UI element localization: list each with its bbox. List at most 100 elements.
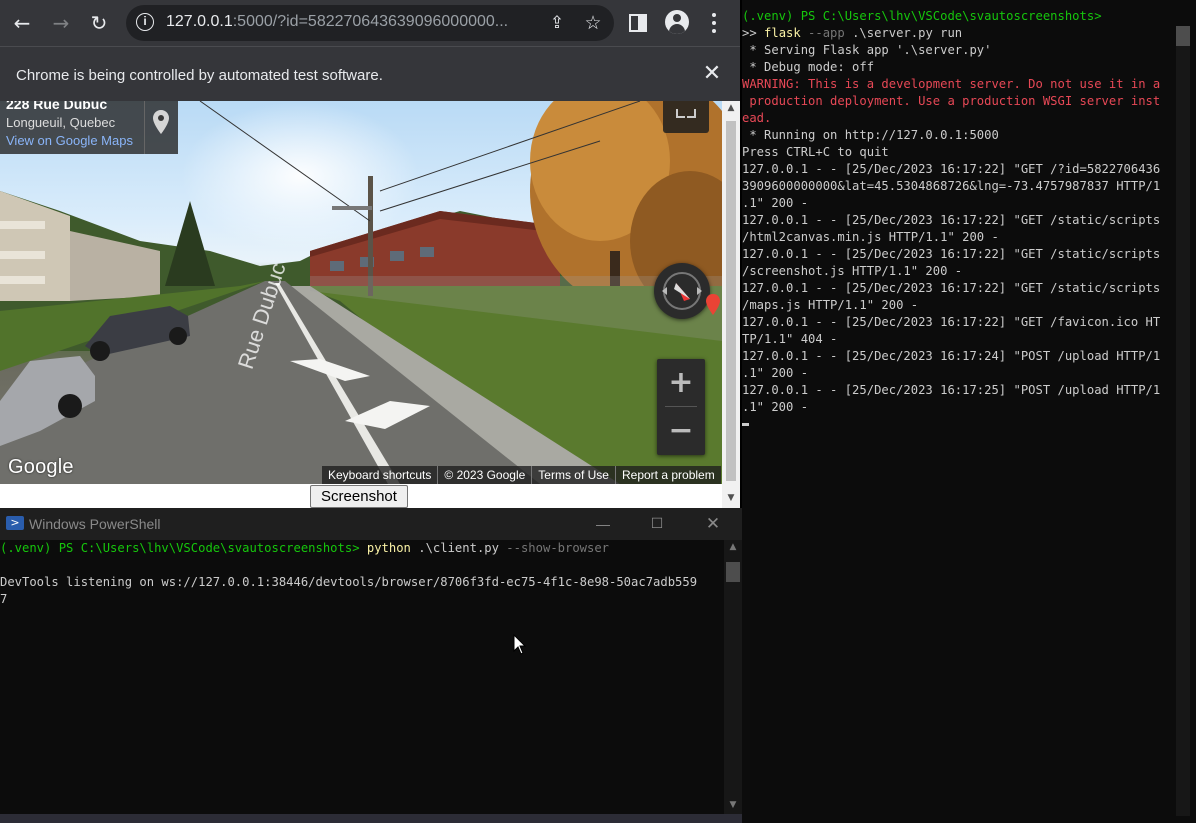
side-panel-icon[interactable] (629, 14, 647, 32)
address-bar[interactable]: i 127.0.0.1:5000/?id=5822706436390960000… (126, 5, 614, 41)
street-scene: Rue Dubuc (0, 101, 722, 484)
share-icon[interactable]: ⇪ (542, 8, 572, 38)
terminal-text: 127.0.0.1 - - [25/Dec/2023 16:17:22] "GE… (742, 213, 1161, 227)
close-icon[interactable]: ✕ (700, 62, 724, 86)
profile-avatar-icon[interactable] (665, 10, 689, 34)
scrollbar-thumb[interactable] (726, 562, 740, 582)
zoom-control: + − (657, 359, 705, 455)
kebab-menu-icon[interactable] (712, 13, 716, 33)
terminal-cursor-line (742, 416, 1178, 433)
terminal-text: --show-browser (506, 541, 610, 555)
terminal-line: ead. (742, 110, 1178, 127)
terminal-text: TP/1.1" 404 - (742, 332, 838, 346)
site-info-icon[interactable]: i (136, 13, 154, 31)
terminal-text: 3909600000000&lat=45.5304868726&lng=-73.… (742, 179, 1161, 193)
terminal-line: /html2canvas.min.js HTTP/1.1" 200 - (742, 229, 1178, 246)
powershell-icon: > (6, 516, 24, 530)
scroll-up-arrow-icon[interactable]: ▲ (722, 101, 740, 115)
automation-infobar: Chrome is being controlled by automated … (0, 46, 740, 101)
terminal-text: DevTools listening on ws://127.0.0.1:384… (0, 575, 698, 589)
terminal-text: .1" 200 - (742, 400, 809, 414)
taskbar-edge (0, 814, 742, 823)
forward-arrow-icon[interactable]: → (45, 7, 77, 39)
terminal-line: 127.0.0.1 - - [25/Dec/2023 16:17:22] "GE… (742, 314, 1178, 331)
compass-icon (662, 272, 702, 310)
location-marker-icon (706, 294, 720, 315)
terminal-line: * Running on http://127.0.0.1:5000 (742, 127, 1178, 144)
terminal-line: 127.0.0.1 - - [25/Dec/2023 16:17:25] "PO… (742, 382, 1178, 399)
terminal-text: ead. (742, 111, 772, 125)
terminal-scrollbar[interactable] (1176, 26, 1190, 816)
scrollbar-thumb[interactable] (726, 121, 736, 481)
fullscreen-button[interactable] (663, 101, 709, 133)
terminal-line: Press CTRL+C to quit (742, 144, 1178, 161)
scrollbar-thumb[interactable] (1176, 26, 1190, 46)
maximize-icon[interactable]: ☐ (640, 512, 674, 536)
terminal-text: 127.0.0.1 - - [25/Dec/2023 16:17:25] "PO… (742, 383, 1161, 397)
terminal-text: 127.0.0.1 - - [25/Dec/2023 16:17:22] "GE… (742, 247, 1161, 261)
scroll-down-arrow-icon[interactable]: ▼ (722, 491, 740, 505)
terminal-line: 7 (0, 591, 724, 608)
terminal-text: 127.0.0.1 - - [25/Dec/2023 16:17:24] "PO… (742, 349, 1161, 363)
terminal-scrollbar[interactable]: ▲ ▼ (724, 540, 742, 814)
reload-icon[interactable]: ↻ (83, 7, 115, 39)
powershell-output[interactable]: (.venv) PS C:\Users\lhv\VSCode\svautoscr… (0, 540, 724, 814)
zoom-in-button[interactable]: + (657, 359, 705, 406)
scroll-up-arrow-icon[interactable]: ▲ (724, 540, 742, 554)
terminal-text: --app (800, 26, 845, 40)
terminal-text: 7 (0, 592, 8, 606)
bookmark-star-icon[interactable]: ☆ (578, 8, 608, 38)
terminal-text: Press CTRL+C to quit (742, 145, 889, 159)
report-problem-link[interactable]: Report a problem (616, 466, 721, 484)
terminal-text: * Serving Flask app '.\server.py' (742, 43, 992, 57)
terminal-line: .1" 200 - (742, 365, 1178, 382)
terminal-text: >> (742, 26, 765, 40)
address-city: Longueuil, Quebec (6, 115, 116, 130)
keyboard-shortcuts-link[interactable]: Keyboard shortcuts (322, 466, 439, 484)
fullscreen-icon (676, 109, 696, 118)
terminal-line: >> flask --app .\server.py run (742, 25, 1178, 42)
terminal-line: .1" 200 - (742, 195, 1178, 212)
terminal-line: 127.0.0.1 - - [25/Dec/2023 16:17:22] "GE… (742, 161, 1178, 178)
chrome-window: ← → ↻ i 127.0.0.1:5000/?id=5822706436390… (0, 0, 740, 508)
terminal-line: * Serving Flask app '.\server.py' (742, 42, 1178, 59)
page-body: Screenshot (0, 484, 722, 508)
terminal-line: WARNING: This is a development server. D… (742, 76, 1178, 93)
compass-control[interactable] (654, 263, 710, 319)
minimize-icon[interactable]: — (586, 512, 620, 536)
screenshot-button[interactable]: Screenshot (310, 485, 408, 508)
terminal-line: TP/1.1" 404 - (742, 331, 1178, 348)
address-card: 228 Rue Dubuc Longueuil, Quebec View on … (0, 101, 178, 154)
terminal-text: .1" 200 - (742, 366, 809, 380)
page-scrollbar[interactable]: ▲ ▼ (722, 101, 740, 508)
terminal-line: * Debug mode: off (742, 59, 1178, 76)
terminal-text: python (366, 541, 411, 555)
terminal-line: (.venv) PS C:\Users\lhv\VSCode\svautoscr… (742, 8, 1178, 25)
scroll-down-arrow-icon[interactable]: ▼ (724, 798, 742, 812)
terminal-line: DevTools listening on ws://127.0.0.1:384… (0, 574, 724, 591)
terminal-text: (.venv) PS C:\Users\lhv\VSCode\svautoscr… (742, 9, 1102, 23)
close-window-icon[interactable]: ✕ (696, 512, 730, 536)
server-terminal-window: (.venv) PS C:\Users\lhv\VSCode\svautoscr… (742, 0, 1196, 823)
browser-toolbar: ← → ↻ i 127.0.0.1:5000/?id=5822706436390… (0, 0, 740, 46)
street-view-panorama[interactable]: Rue Dubuc 228 Rue Dubuc Longueuil, Quebe… (0, 101, 722, 484)
map-pin-icon[interactable] (150, 108, 172, 138)
zoom-out-button[interactable]: − (657, 407, 705, 455)
terminal-text: * Running on http://127.0.0.1:5000 (742, 128, 999, 142)
terminal-line: 127.0.0.1 - - [25/Dec/2023 16:17:24] "PO… (742, 348, 1178, 365)
view-on-google-maps-link[interactable]: View on Google Maps (6, 133, 133, 148)
server-output[interactable]: (.venv) PS C:\Users\lhv\VSCode\svautoscr… (742, 8, 1178, 433)
back-arrow-icon[interactable]: ← (6, 7, 38, 39)
url-path: :5000/?id=582270643639096000000... (232, 13, 509, 30)
terminal-line: /screenshot.js HTTP/1.1" 200 - (742, 263, 1178, 280)
url-text[interactable]: 127.0.0.1:5000/?id=582270643639096000000… (166, 13, 534, 31)
terminal-text: * Debug mode: off (742, 60, 875, 74)
terms-of-use-link[interactable]: Terms of Use (532, 466, 616, 484)
google-logo: Google (8, 456, 74, 478)
copyright-text: © 2023 Google (438, 466, 533, 484)
address-title: 228 Rue Dubuc (6, 101, 108, 112)
terminal-text: WARNING: This is a development server. D… (742, 77, 1161, 91)
terminal-line: .1" 200 - (742, 399, 1178, 416)
terminal-line: 3909600000000&lat=45.5304868726&lng=-73.… (742, 178, 1178, 195)
